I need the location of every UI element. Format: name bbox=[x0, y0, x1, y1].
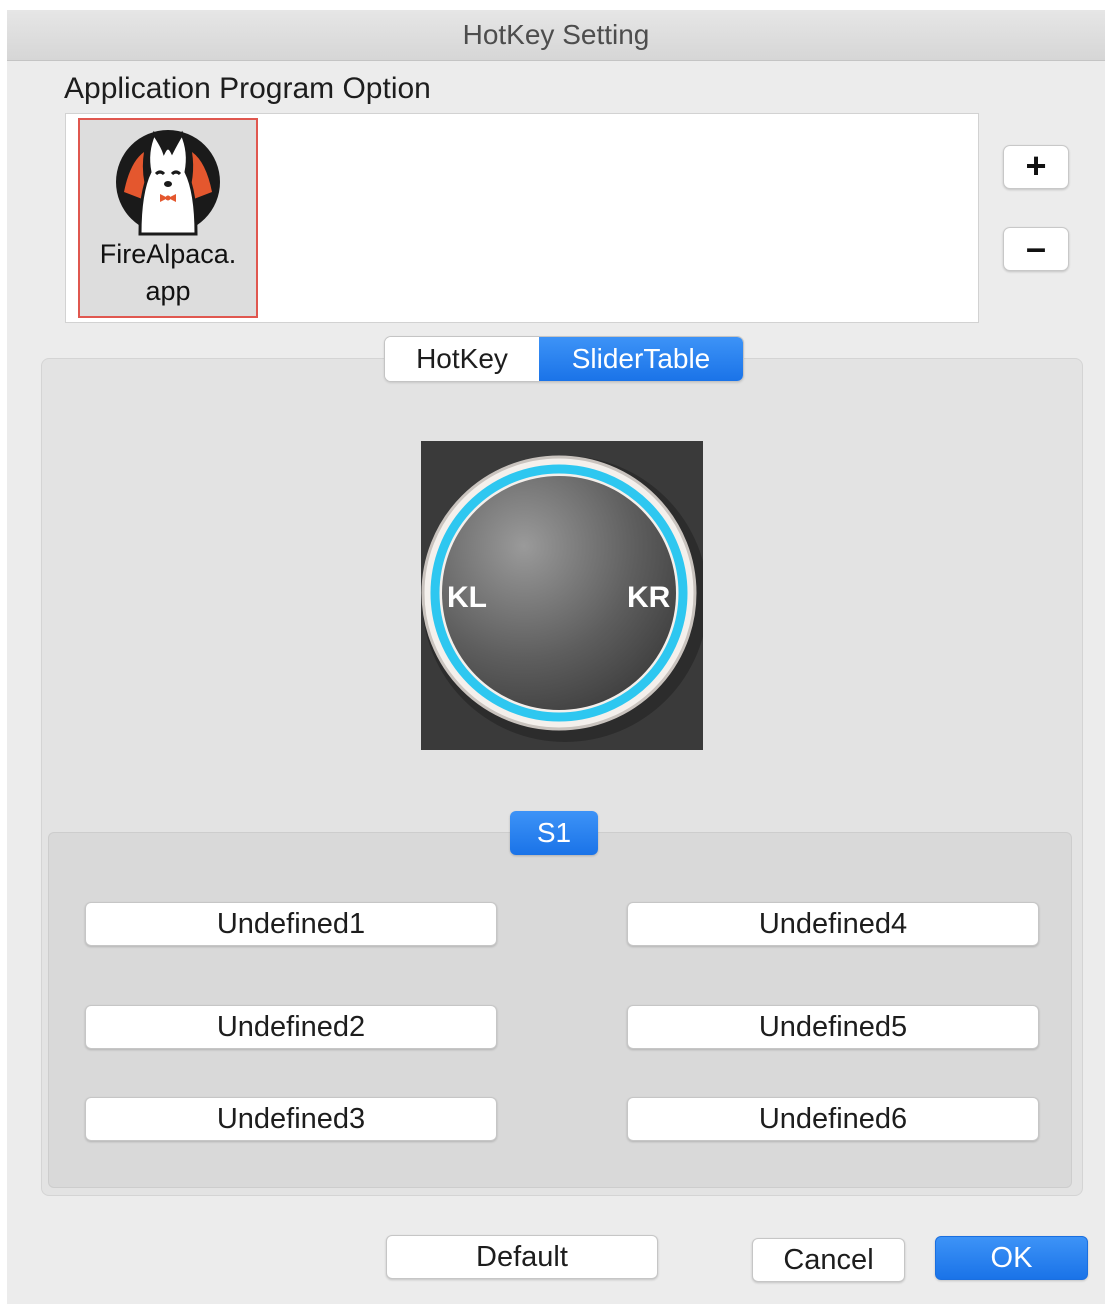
default-button[interactable]: Default bbox=[386, 1235, 658, 1279]
app-item-firealpaca[interactable]: FireAlpaca. app bbox=[78, 118, 258, 318]
ok-button[interactable]: OK bbox=[935, 1236, 1088, 1280]
remove-app-button[interactable]: – bbox=[1003, 227, 1069, 271]
slider-s1-button[interactable]: S1 bbox=[510, 811, 598, 855]
dial-label-kl: KL bbox=[447, 581, 487, 614]
window-title: HotKey Setting bbox=[462, 19, 650, 50]
add-app-button[interactable]: + bbox=[1003, 145, 1069, 189]
key-undefined4-button[interactable]: Undefined4 bbox=[627, 902, 1039, 946]
alpaca-app-icon bbox=[116, 130, 220, 236]
key-undefined3-button[interactable]: Undefined3 bbox=[85, 1097, 497, 1141]
dial-preview: KL KR bbox=[421, 441, 703, 750]
key-undefined6-button[interactable]: Undefined6 bbox=[627, 1097, 1039, 1141]
app-section-label: Application Program Option bbox=[64, 72, 431, 105]
tab-slidertable[interactable]: SliderTable bbox=[539, 337, 743, 381]
key-undefined1-button[interactable]: Undefined1 bbox=[85, 902, 497, 946]
tab-bar: HotKey SliderTable bbox=[384, 336, 744, 382]
key-undefined2-button[interactable]: Undefined2 bbox=[85, 1005, 497, 1049]
tab-hotkey[interactable]: HotKey bbox=[385, 337, 539, 381]
title-bar: HotKey Setting bbox=[7, 10, 1105, 61]
app-list: FireAlpaca. app bbox=[65, 113, 979, 323]
key-undefined5-button[interactable]: Undefined5 bbox=[627, 1005, 1039, 1049]
dial-label-kr: KR bbox=[627, 581, 671, 614]
cancel-button[interactable]: Cancel bbox=[752, 1238, 905, 1282]
app-item-label: FireAlpaca. app bbox=[99, 239, 237, 306]
hotkey-setting-window: HotKey Setting Application Program Optio… bbox=[7, 10, 1105, 1304]
